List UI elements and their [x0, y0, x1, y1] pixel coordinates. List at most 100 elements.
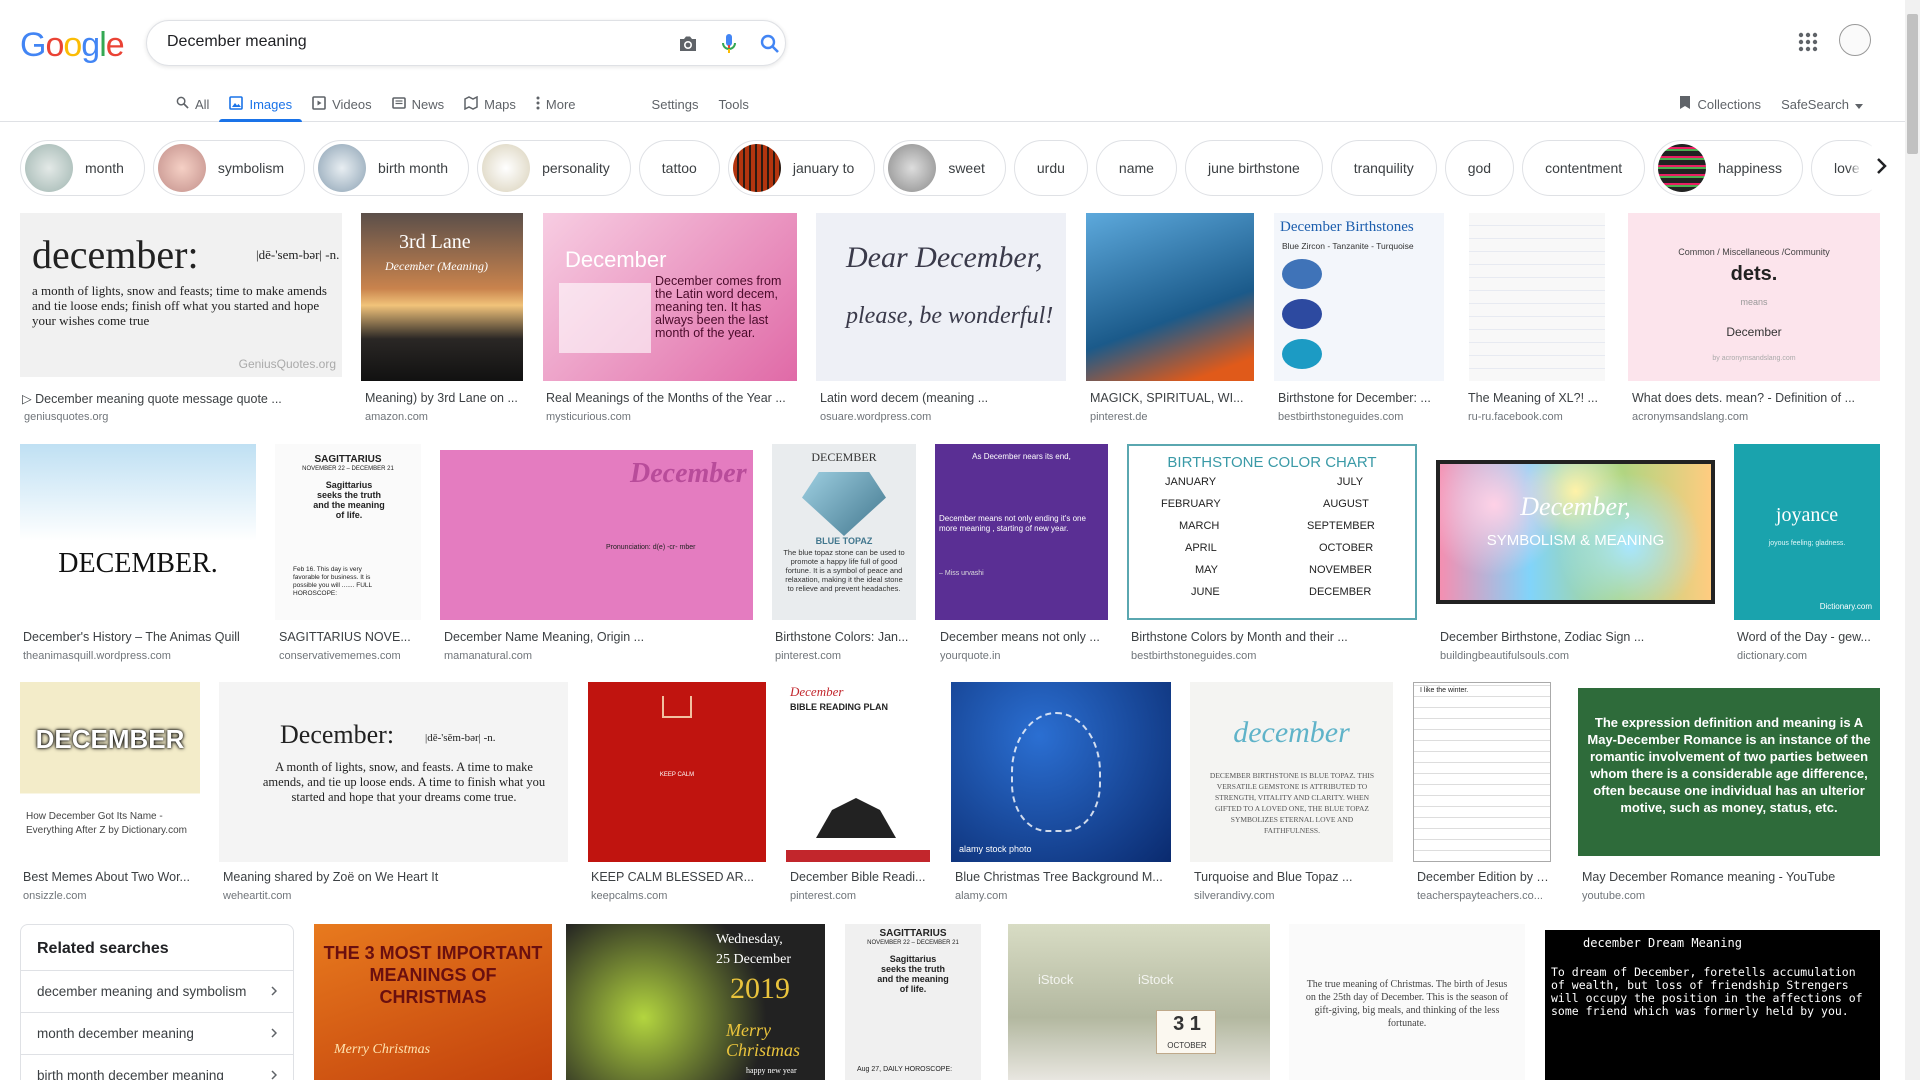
- chip-january-to[interactable]: january to: [727, 140, 876, 196]
- image-result[interactable]: Common / Miscellaneous /Community dets. …: [1628, 213, 1880, 423]
- image-result[interactable]: 3rd Lane December (Meaning) Meaning) by …: [361, 213, 523, 423]
- image-result[interactable]: THE 3 MOST IMPORTANT MEANINGS OF CHRISTM…: [314, 924, 552, 1080]
- overlay-text: NOVEMBER: [1309, 564, 1372, 576]
- result-source: buildingbeautifulsouls.com: [1440, 650, 1570, 662]
- image-result[interactable]: SAGITTARIUS NOVEMBER 22 – DECEMBER 21 Sa…: [845, 924, 981, 1080]
- chip-thumbnail: [482, 144, 531, 192]
- chip-name[interactable]: name: [1095, 140, 1177, 196]
- image-result[interactable]: december: |dē-'sem-bər| -n. a month of l…: [20, 213, 342, 423]
- image-result[interactable]: DECEMBER BLUE TOPAZ The blue topaz stone…: [772, 444, 916, 664]
- chip-symbolism[interactable]: symbolism: [152, 140, 306, 196]
- image-result[interactable]: DECEMBER. December's History – The Anima…: [20, 444, 256, 664]
- tab-label: Videos: [332, 96, 372, 112]
- overlay-text: Merry Christmas: [726, 1020, 801, 1060]
- image-result[interactable]: As December nears its end, December mean…: [935, 444, 1108, 664]
- result-thumbnail: The true meaning of Christmas. The birth…: [1289, 924, 1525, 1080]
- chip-contentment[interactable]: contentment: [1522, 140, 1646, 196]
- related-search-item[interactable]: december meaning and symbolism: [21, 970, 293, 1012]
- image-result[interactable]: MAGICK, SPIRITUAL, WI... pinterest.de: [1086, 213, 1254, 423]
- chip-urdu[interactable]: urdu: [1013, 140, 1088, 196]
- tab-all[interactable]: All: [166, 86, 219, 122]
- image-result[interactable]: BIRTHSTONE COLOR CHART JANUARY FEBRUARY …: [1127, 444, 1417, 664]
- chip-thumbnail: [157, 144, 206, 192]
- image-result[interactable]: SAGITTARIUS NOVEMBER 22 – DECEMBER 21 Sa…: [275, 444, 421, 664]
- tab-label: News: [411, 96, 445, 112]
- microphone-icon[interactable]: [718, 33, 740, 55]
- result-source: theanimasquill.wordpress.com: [23, 650, 171, 662]
- overlay-text: The expression definition and meaning is…: [1587, 715, 1871, 815]
- scrollbar-thumb[interactable]: [1907, 14, 1918, 154]
- chip-label: personality: [542, 160, 610, 176]
- avatar[interactable]: [1839, 24, 1871, 56]
- chip-label: symbolism: [217, 160, 285, 176]
- tab-more[interactable]: More: [526, 86, 586, 122]
- image-result[interactable]: December: |dē-'sĕm-bər| -n. A month of l…: [219, 682, 568, 904]
- result-title: Birthstone Colors: Jan...: [775, 630, 909, 644]
- overlay-text: |dē-'sĕm-bər| -n.: [425, 732, 496, 744]
- tab-images[interactable]: Images: [219, 86, 302, 122]
- collections-button[interactable]: Collections: [1679, 95, 1761, 113]
- tools-link[interactable]: Tools: [709, 86, 759, 122]
- result-thumbnail: SAGITTARIUS NOVEMBER 22 – DECEMBER 21 Sa…: [845, 924, 981, 1080]
- chip-tattoo[interactable]: tattoo: [638, 140, 720, 196]
- apps-grid-icon[interactable]: [1796, 30, 1820, 54]
- chip-june-birthstone[interactable]: june birthstone: [1184, 140, 1323, 196]
- camera-icon[interactable]: [677, 33, 699, 55]
- result-title: Latin word decem (meaning ...: [820, 391, 989, 405]
- overlay-text: iStock: [1038, 972, 1074, 987]
- related-title: Related searches: [37, 940, 169, 957]
- image-result[interactable]: December, SYMBOLISM & MEANING December B…: [1436, 444, 1715, 664]
- result-source: keepcalms.com: [591, 890, 668, 902]
- google-logo[interactable]: Google: [20, 26, 125, 65]
- overlay-text: DECEMBER: [35, 724, 185, 754]
- image-result[interactable]: joyance joyous feeling; gladness. Dictio…: [1734, 444, 1880, 664]
- chip-label: love: [1833, 160, 1860, 176]
- overlay-text: Sagittarius seeks the truth and the mean…: [313, 480, 385, 520]
- result-thumbnail: THE 3 MOST IMPORTANT MEANINGS OF CHRISTM…: [314, 924, 552, 1080]
- tab-news[interactable]: News: [382, 86, 455, 122]
- image-result[interactable]: December Birthstones Blue Zircon - Tanza…: [1274, 213, 1444, 423]
- result-title: Turquoise and Blue Topaz ...: [1194, 870, 1353, 884]
- image-result[interactable]: The true meaning of Christmas. The birth…: [1289, 924, 1525, 1080]
- related-search-item[interactable]: month december meaning: [21, 1012, 293, 1054]
- related-search-item[interactable]: birth month december meaning: [21, 1054, 293, 1080]
- image-result[interactable]: DECEMBER How December Got Its Name - Eve…: [20, 682, 200, 904]
- image-result[interactable]: The expression definition and meaning is…: [1578, 682, 1880, 904]
- image-result[interactable]: December December comes from the Latin w…: [543, 213, 797, 423]
- overlay-text: DECEMBER.: [58, 548, 218, 579]
- result-source: pinterest.com: [790, 890, 857, 902]
- chip-birth-month[interactable]: birth month: [313, 140, 470, 196]
- image-result[interactable]: December Pronunciation: d(e) -cr- mber D…: [440, 444, 753, 664]
- image-result[interactable]: December BIBLE READING PLAN December Bib…: [786, 682, 930, 904]
- chip-sweet[interactable]: sweet: [883, 140, 1006, 196]
- image-result[interactable]: KEEP CALM KEEP CALM BLESSED AR... keepca…: [588, 682, 766, 904]
- chip-god[interactable]: god: [1444, 140, 1515, 196]
- result-source: onsizzle.com: [23, 890, 87, 902]
- settings-link[interactable]: Settings: [642, 86, 709, 122]
- image-result[interactable]: Wednesday, 25 December 2019 Merry Christ…: [566, 924, 825, 1080]
- chip-happiness[interactable]: happiness: [1653, 140, 1803, 196]
- overlay-text: JULY: [1337, 476, 1364, 488]
- image-result[interactable]: The Meaning of XL?! ... ru-ru.facebook.c…: [1463, 213, 1613, 423]
- image-result[interactable]: alamy stock photo Blue Christmas Tree Ba…: [951, 682, 1171, 904]
- tab-videos[interactable]: Videos: [302, 86, 382, 122]
- overlay-text: December Birthstones: [1280, 219, 1414, 235]
- page-scrollbar[interactable]: [1905, 0, 1920, 1080]
- chip-tranquility[interactable]: tranquility: [1330, 140, 1437, 196]
- image-result[interactable]: I like the winter. December Edition by T…: [1413, 682, 1551, 904]
- logo-letter: e: [105, 26, 125, 64]
- safesearch-button[interactable]: SafeSearch: [1781, 97, 1863, 112]
- search-icon[interactable]: [759, 33, 781, 55]
- result-source: conservativememes.com: [279, 650, 401, 662]
- result-source: bestbirthstoneguides.com: [1278, 411, 1404, 423]
- image-result[interactable]: december Dream Meaning To dream of Decem…: [1545, 930, 1880, 1080]
- image-result[interactable]: december DECEMBER BIRTHSTONE IS BLUE TOP…: [1190, 682, 1393, 904]
- tab-maps[interactable]: Maps: [454, 86, 526, 122]
- search-input[interactable]: [167, 33, 637, 51]
- overlay-text: The blue topaz stone can be used to prom…: [783, 548, 905, 593]
- image-result[interactable]: iStock iStock 3 1 OCTOBER: [1008, 924, 1270, 1080]
- image-result[interactable]: Dear December, please, be wonderful! Lat…: [816, 213, 1066, 423]
- chips-next-button[interactable]: [1860, 142, 1904, 194]
- chip-personality[interactable]: personality: [477, 140, 631, 196]
- chip-month[interactable]: month: [20, 140, 145, 196]
